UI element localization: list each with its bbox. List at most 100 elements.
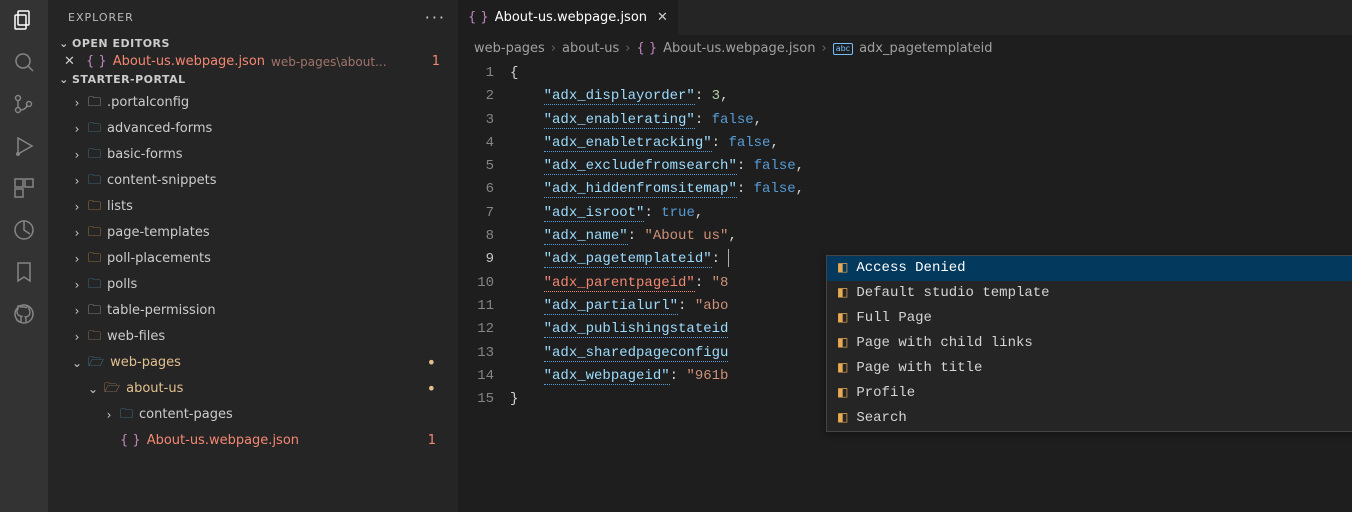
folder-open-icon: 🗁 bbox=[104, 378, 120, 400]
breadcrumb-item[interactable]: About-us.webpage.json bbox=[663, 41, 815, 56]
chevron-right-icon: › bbox=[72, 92, 82, 114]
code-lines[interactable]: { "adx_displayorder": 3, "adx_enablerati… bbox=[510, 62, 1352, 512]
json-icon: { } bbox=[636, 41, 657, 56]
json-icon: { } bbox=[468, 10, 489, 25]
suggestion-item[interactable]: ◧Default studio template bbox=[827, 281, 1352, 306]
chevron-down-icon: ⌄ bbox=[56, 37, 72, 50]
workspace-header[interactable]: ⌄ STARTER-PORTAL bbox=[48, 71, 458, 88]
suggestion-item[interactable]: ◧Search bbox=[827, 406, 1352, 431]
json-icon: { } bbox=[86, 54, 107, 69]
power-platform-icon[interactable] bbox=[12, 218, 36, 242]
chevron-right-icon: › bbox=[72, 274, 82, 296]
enum-icon: ◧ bbox=[837, 408, 848, 429]
string-symbol-icon: abc bbox=[833, 43, 853, 55]
breadcrumb-item[interactable]: web-pages bbox=[474, 41, 545, 56]
folder-icon: 🗀 bbox=[88, 92, 101, 114]
folder-icon: 🗀 bbox=[88, 144, 101, 166]
close-icon[interactable]: ✕ bbox=[64, 54, 80, 69]
tree-folder-table-permission[interactable]: ›🗀table-permission bbox=[48, 298, 458, 324]
open-editors-header[interactable]: ⌄ OPEN EDITORS bbox=[48, 35, 458, 52]
folder-icon: 🗀 bbox=[120, 404, 133, 426]
open-editor-item[interactable]: ✕ { } About-us.webpage.json web-pages\ab… bbox=[48, 52, 458, 71]
editor-area: { } About-us.webpage.json ✕ web-pages › … bbox=[458, 0, 1352, 512]
suggestion-item[interactable]: ◧Profile bbox=[827, 381, 1352, 406]
folder-icon: 🗀 bbox=[88, 326, 101, 348]
github-icon[interactable] bbox=[12, 302, 36, 326]
chevron-right-icon: › bbox=[72, 248, 82, 270]
chevron-right-icon: › bbox=[72, 118, 82, 140]
tab-label: About-us.webpage.json bbox=[495, 10, 647, 25]
tree-folder-portalconfig[interactable]: ›🗀.portalconfig bbox=[48, 90, 458, 116]
suggestion-item[interactable]: ◧Access Denied bbox=[827, 256, 1352, 281]
tree-folder-advanced-forms[interactable]: ›🗀advanced-forms bbox=[48, 116, 458, 142]
tree-folder-page-templates[interactable]: ›🗀page-templates bbox=[48, 220, 458, 246]
open-editor-path: web-pages\about... bbox=[271, 55, 386, 69]
chevron-right-icon: › bbox=[625, 41, 630, 56]
error-badge: 1 bbox=[428, 430, 450, 452]
modified-dot-icon: • bbox=[427, 378, 450, 400]
folder-icon: 🗀 bbox=[88, 222, 101, 244]
tree-folder-basic-forms[interactable]: ›🗀basic-forms bbox=[48, 142, 458, 168]
folder-open-icon: 🗁 bbox=[88, 352, 104, 374]
folder-icon: 🗀 bbox=[88, 248, 101, 270]
suggestion-item[interactable]: ◧Full Page bbox=[827, 306, 1352, 331]
source-control-icon[interactable] bbox=[12, 92, 36, 116]
tree-folder-web-files[interactable]: ›🗀web-files bbox=[48, 324, 458, 350]
folder-icon: 🗀 bbox=[88, 170, 101, 192]
tree-folder-poll-placements[interactable]: ›🗀poll-placements bbox=[48, 246, 458, 272]
tree-folder-web-pages[interactable]: ⌄🗁web-pages• bbox=[48, 350, 458, 376]
breadcrumb[interactable]: web-pages › about-us › { } About-us.webp… bbox=[458, 35, 1352, 62]
json-icon: { } bbox=[120, 430, 141, 452]
breadcrumb-item[interactable]: adx_pagetemplateid bbox=[859, 41, 992, 56]
tree-folder-polls[interactable]: ›🗀polls bbox=[48, 272, 458, 298]
file-tree: ›🗀.portalconfig ›🗀advanced-forms ›🗀basic… bbox=[48, 88, 458, 456]
sidebar-title: EXPLORER bbox=[68, 11, 134, 24]
tree-folder-content-snippets[interactable]: ›🗀content-snippets bbox=[48, 168, 458, 194]
enum-icon: ◧ bbox=[837, 308, 848, 329]
breadcrumb-item[interactable]: about-us bbox=[562, 41, 619, 56]
files-icon[interactable] bbox=[12, 8, 36, 32]
folder-icon: 🗀 bbox=[88, 300, 101, 322]
enum-icon: ◧ bbox=[837, 283, 848, 304]
code-editor[interactable]: 123456789101112131415 { "adx_displayorde… bbox=[458, 62, 1352, 512]
tree-folder-content-pages[interactable]: ›🗀content-pages bbox=[48, 402, 458, 428]
close-icon[interactable]: ✕ bbox=[657, 10, 668, 25]
line-number-gutter: 123456789101112131415 bbox=[458, 62, 510, 512]
sidebar-title-row: EXPLORER ··· bbox=[48, 0, 458, 35]
bookmark-icon[interactable] bbox=[12, 260, 36, 284]
extensions-icon[interactable] bbox=[12, 176, 36, 200]
run-debug-icon[interactable] bbox=[12, 134, 36, 158]
text-cursor bbox=[728, 249, 729, 267]
tab-about-us-json[interactable]: { } About-us.webpage.json ✕ bbox=[458, 0, 678, 35]
suggestion-item[interactable]: ◧Page with title bbox=[827, 356, 1352, 381]
chevron-right-icon: › bbox=[821, 41, 826, 56]
folder-icon: 🗀 bbox=[88, 196, 101, 218]
folder-icon: 🗀 bbox=[88, 274, 101, 296]
tree-folder-about-us[interactable]: ⌄🗁about-us• bbox=[48, 376, 458, 402]
chevron-right-icon: › bbox=[72, 326, 82, 348]
more-icon[interactable]: ··· bbox=[425, 8, 446, 27]
sidebar: EXPLORER ··· ⌄ OPEN EDITORS ✕ { } About-… bbox=[48, 0, 458, 512]
chevron-right-icon: › bbox=[72, 170, 82, 192]
intellisense-popup[interactable]: ◧Access Denied ◧Default studio template … bbox=[826, 255, 1352, 432]
enum-icon: ◧ bbox=[837, 333, 848, 354]
chevron-right-icon: › bbox=[72, 222, 82, 244]
modified-dot-icon: • bbox=[427, 352, 450, 374]
error-badge: 1 bbox=[432, 54, 450, 69]
chevron-right-icon: › bbox=[72, 196, 82, 218]
chevron-down-icon: ⌄ bbox=[56, 73, 72, 86]
activity-bar bbox=[0, 0, 48, 512]
enum-icon: ◧ bbox=[837, 383, 848, 404]
chevron-right-icon: › bbox=[72, 300, 82, 322]
folder-icon: 🗀 bbox=[88, 118, 101, 140]
suggestion-item[interactable]: ◧Page with child links bbox=[827, 331, 1352, 356]
chevron-down-icon: ⌄ bbox=[88, 378, 98, 400]
chevron-right-icon: › bbox=[104, 404, 114, 426]
tree-folder-lists[interactable]: ›🗀lists bbox=[48, 194, 458, 220]
open-editor-name: About-us.webpage.json bbox=[113, 54, 265, 69]
search-icon[interactable] bbox=[12, 50, 36, 74]
chevron-down-icon: ⌄ bbox=[72, 352, 82, 374]
enum-icon: ◧ bbox=[837, 358, 848, 379]
chevron-right-icon: › bbox=[551, 41, 556, 56]
tree-file-about-us-json[interactable]: { }About-us.webpage.json1 bbox=[48, 428, 458, 454]
